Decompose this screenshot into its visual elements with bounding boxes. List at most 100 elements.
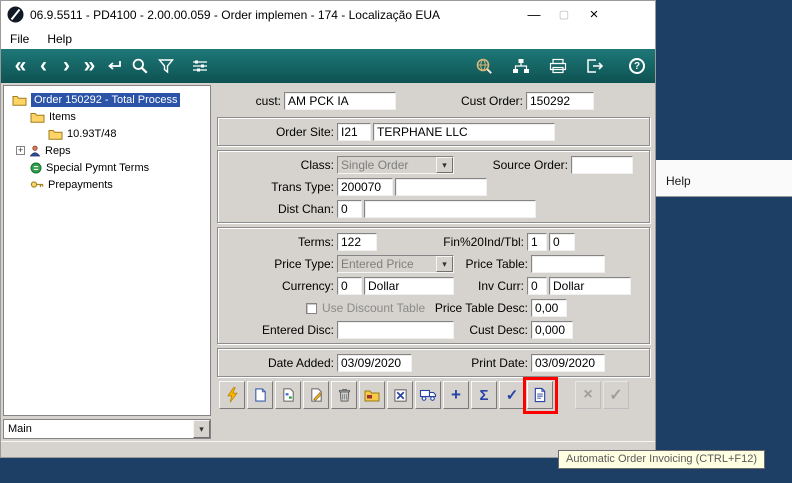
menu-file[interactable]: File	[1, 28, 38, 49]
background-help-menu-item[interactable]: Help	[656, 174, 691, 196]
copy-record-button[interactable]	[275, 381, 301, 409]
shipping-button[interactable]	[415, 381, 441, 409]
main-toolbar: « ‹ › » ?	[1, 49, 655, 83]
filter-icon[interactable]	[153, 58, 179, 74]
date-added-field[interactable]: 03/09/2020	[337, 354, 412, 372]
tree-item-items[interactable]: Items	[4, 108, 210, 125]
trans-type-desc-field[interactable]	[395, 178, 487, 196]
next-record-icon[interactable]: ›	[55, 51, 78, 81]
entered-disc-field[interactable]	[337, 321, 454, 339]
first-record-icon[interactable]: «	[9, 51, 32, 81]
price-type-dropdown: Entered Price ▾	[337, 255, 454, 273]
dist-chan-desc-field[interactable]	[364, 200, 536, 218]
auto-invoice-button[interactable]	[527, 381, 553, 409]
x-box-icon	[393, 388, 407, 402]
browse-lookup-icon[interactable]	[471, 57, 497, 75]
dates-groupbox: Date Added: 03/09/2020 Print Date: 03/09…	[217, 348, 650, 377]
inv-curr-code-field[interactable]: 0	[527, 277, 547, 295]
terms-field[interactable]: 122	[337, 233, 377, 251]
search-icon[interactable]	[127, 57, 153, 75]
folder-icon	[30, 112, 45, 123]
minimize-button[interactable]: —	[519, 4, 549, 26]
chevron-down-icon: ▾	[436, 157, 453, 173]
cust-desc-field[interactable]: 0,000	[531, 321, 573, 339]
price-type-dropdown-value: Entered Price	[341, 257, 414, 271]
trans-type-field[interactable]: 200070	[337, 178, 393, 196]
close-button[interactable]: ×	[579, 4, 609, 26]
use-discount-table-checkbox	[306, 302, 317, 314]
add-line-button[interactable]: +	[443, 381, 469, 409]
order-site-code-field[interactable]: I21	[337, 123, 371, 141]
tree-item-prepayments[interactable]: Prepayments	[4, 176, 210, 193]
open-folder-icon	[364, 390, 380, 402]
inv-curr-name-field[interactable]: Dollar	[549, 277, 631, 295]
previous-record-icon[interactable]: ‹	[32, 51, 55, 81]
options-sliders-icon[interactable]	[187, 58, 213, 74]
key-icon	[30, 181, 44, 188]
totals-button[interactable]: Σ	[471, 381, 497, 409]
dist-chan-field[interactable]: 0	[337, 200, 362, 218]
invoice-document-icon	[534, 387, 546, 403]
tree-item-special-pymnt[interactable]: Special Pymnt Terms	[4, 159, 210, 176]
tree-column: Order 150292 - Total Process Items 10.93…	[1, 83, 213, 441]
mode-dropdown[interactable]: Main ▾	[3, 419, 211, 439]
new-document-icon	[254, 388, 266, 402]
class-dropdown: Single Order ▾	[337, 156, 454, 174]
price-type-label: Price Type:	[274, 257, 334, 271]
source-order-label: Source Order:	[492, 158, 568, 172]
print-icon[interactable]	[545, 58, 571, 74]
confirm-button[interactable]: ✓	[499, 381, 525, 409]
x-icon: ×	[583, 386, 593, 403]
terms-label: Terms:	[298, 235, 334, 249]
cust-desc-label: Cust Desc:	[469, 323, 528, 337]
order-site-name-field[interactable]: TERPHANE LLC	[373, 123, 555, 141]
mode-dropdown-value: Main	[8, 423, 32, 435]
tree-item-label[interactable]: Order 150292 - Total Process	[31, 92, 181, 107]
dist-chan-label: Dist Chan:	[277, 202, 334, 216]
cancel-order-button[interactable]	[387, 381, 413, 409]
plus-icon: +	[451, 385, 461, 404]
tree-item-order[interactable]: Order 150292 - Total Process	[4, 91, 210, 108]
price-table-desc-field[interactable]: 0,00	[531, 299, 567, 317]
tree-item-label[interactable]: 10.93T/48	[67, 128, 117, 140]
new-record-button[interactable]	[247, 381, 273, 409]
tree-item-line[interactable]: 10.93T/48	[4, 125, 210, 142]
documents-folder-button[interactable]	[359, 381, 385, 409]
last-record-icon[interactable]: »	[78, 51, 101, 81]
cust-order-field[interactable]: 150292	[526, 92, 594, 110]
cust-field[interactable]: AM PCK IA	[284, 92, 396, 110]
order-tree: Order 150292 - Total Process Items 10.93…	[3, 85, 211, 416]
session-tree-icon[interactable]	[508, 58, 534, 74]
print-date-label: Print Date:	[471, 356, 528, 370]
action-toolbar: + Σ ✓ × ✓	[217, 377, 650, 414]
menu-help[interactable]: Help	[38, 28, 81, 49]
tree-item-label[interactable]: Items	[49, 111, 76, 123]
tooltip: Automatic Order Invoicing (CTRL+F12)	[558, 450, 766, 469]
tree-item-reps[interactable]: + Reps	[4, 142, 210, 159]
price-table-field[interactable]	[531, 255, 605, 273]
run-button[interactable]	[219, 381, 245, 409]
source-order-field[interactable]	[571, 156, 633, 174]
help-icon[interactable]: ?	[629, 58, 645, 74]
tree-item-label[interactable]: Prepayments	[48, 179, 113, 191]
payment-terms-icon	[30, 162, 42, 173]
folder-icon	[12, 95, 27, 106]
class-groupbox: Class: Single Order ▾ Source Order: Tran…	[217, 150, 650, 223]
maximize-button: ▢	[558, 9, 570, 21]
currency-name-field[interactable]: Dollar	[364, 277, 454, 295]
expand-icon[interactable]: +	[16, 146, 25, 155]
fin-ind-field-2[interactable]: 0	[549, 233, 575, 251]
fin-ind-field-1[interactable]: 1	[527, 233, 547, 251]
edit-record-button[interactable]	[303, 381, 329, 409]
currency-code-field[interactable]: 0	[337, 277, 362, 295]
menubar: File Help	[1, 28, 655, 49]
chevron-down-icon: ▾	[436, 256, 453, 272]
tree-item-label[interactable]: Reps	[45, 145, 71, 157]
tree-item-label[interactable]: Special Pymnt Terms	[46, 162, 149, 174]
print-date-field[interactable]: 03/09/2020	[531, 354, 605, 372]
enter-icon[interactable]	[101, 58, 127, 74]
delete-record-button[interactable]	[331, 381, 357, 409]
exit-icon[interactable]	[582, 58, 608, 74]
use-discount-table-label: Use Discount Table	[322, 301, 426, 315]
chevron-down-icon[interactable]: ▾	[193, 420, 210, 438]
